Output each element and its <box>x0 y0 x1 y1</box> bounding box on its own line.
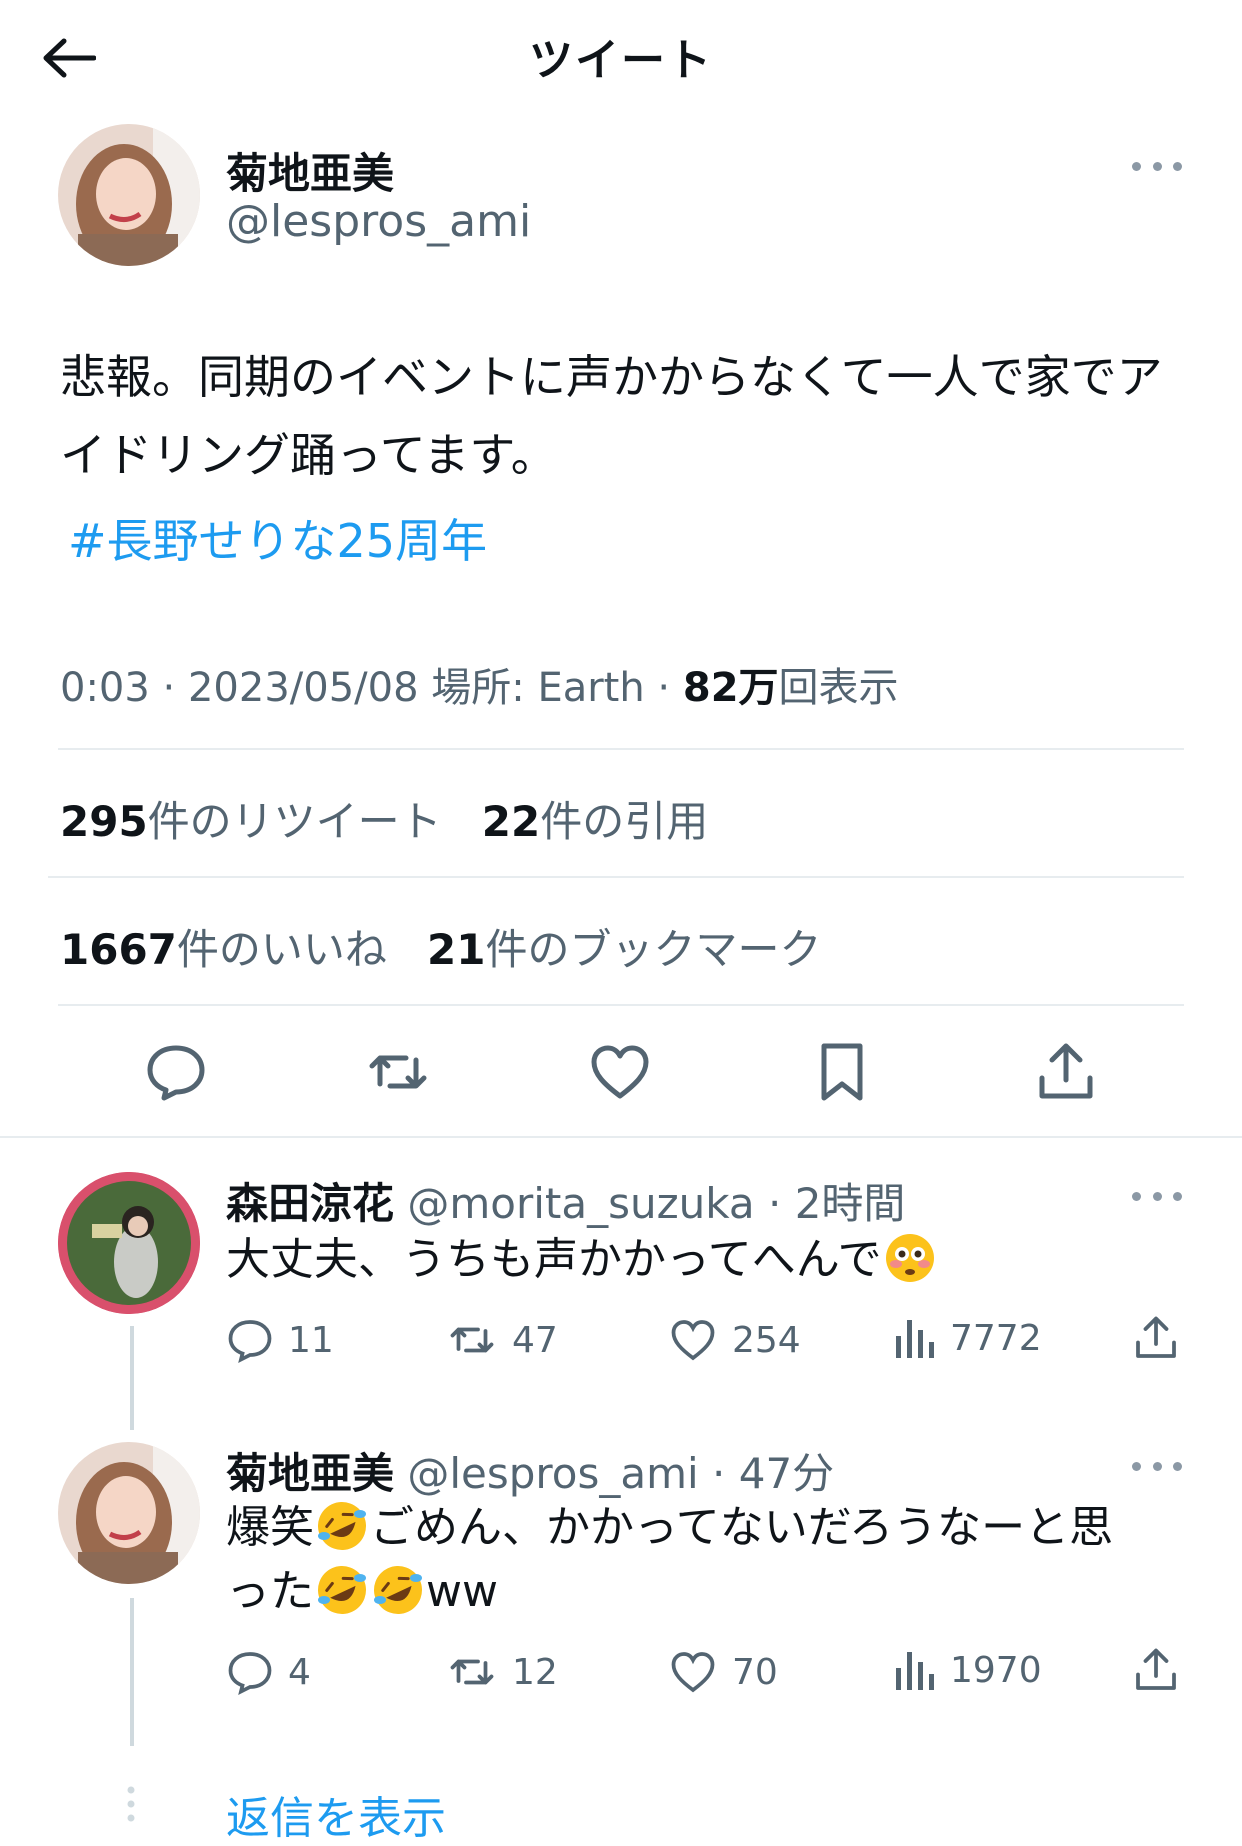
reply-action-views[interactable]: 1970 <box>894 1648 1042 1692</box>
reply-action-share[interactable] <box>1132 1646 1180 1694</box>
retweet-count: 12 <box>512 1651 558 1693</box>
like-heart-icon <box>671 1652 715 1693</box>
author-handle[interactable]: @lespros_ami <box>226 196 531 247</box>
views-chart-icon <box>896 1652 934 1690</box>
share-icon <box>1136 1648 1176 1690</box>
views-label: 回表示 <box>778 665 899 711</box>
reply-author-name[interactable]: 菊地亜美 <box>226 1449 394 1498</box>
reply-header: 菊地亜美 @lespros_ami · 47分 <box>226 1449 835 1498</box>
quotes-label: 件の引用 <box>540 797 709 846</box>
reply-text: 爆笑 ごめん、かかってないだろうなーと思 った ww <box>226 1496 1206 1624</box>
like-heart-icon <box>671 1320 715 1361</box>
reply-icon <box>228 1652 272 1696</box>
reply-action-views[interactable]: 7772 <box>894 1316 1042 1360</box>
like-bookmark-stats: 1667件のいいね 21件のブックマーク <box>60 916 821 977</box>
hashtag-link[interactable]: #長野せりな25周年 <box>68 505 487 571</box>
thread-line <box>130 1598 134 1746</box>
like-count: 254 <box>732 1319 801 1361</box>
page-title: ツイート <box>529 35 713 86</box>
rolling-laughing-emoji <box>316 1564 368 1616</box>
likes-label: 件のいいね <box>176 925 387 974</box>
reply-action-retweet[interactable]: 47 <box>446 1316 558 1364</box>
view-count: 7772 <box>950 1317 1042 1359</box>
rolling-laughing-emoji <box>316 1500 368 1552</box>
show-replies-link[interactable]: 返信を表示 <box>226 1782 446 1846</box>
thread-dots <box>126 1786 136 1822</box>
divider <box>58 748 1184 750</box>
reply-time[interactable]: 2時間 <box>795 1179 906 1228</box>
bookmarks-stat[interactable]: 21件のブックマーク <box>427 925 821 974</box>
reply-action-reply[interactable]: 11 <box>226 1316 334 1364</box>
reply-action-like[interactable]: 254 <box>668 1316 801 1364</box>
retweets-stat[interactable]: 295件のリツイート <box>60 797 442 846</box>
share-icon <box>1136 1316 1176 1358</box>
quotes-count: 22 <box>481 797 541 846</box>
tweet-location[interactable]: 場所: Earth <box>431 665 644 711</box>
reply-author-name[interactable]: 森田涼花 <box>226 1179 394 1228</box>
bookmarks-count: 21 <box>426 925 486 974</box>
like-heart-icon[interactable] <box>588 1040 652 1104</box>
reply-text-part: 爆笑 <box>226 1502 314 1553</box>
reply-text-part: ww <box>426 1566 498 1617</box>
quotes-stat[interactable]: 22件の引用 <box>482 797 708 846</box>
views-chart-icon <box>896 1320 934 1358</box>
reply-text-part: った <box>226 1566 314 1617</box>
divider <box>0 1136 1242 1138</box>
reply-text: 大丈夫、うちも声かかってへんで <box>226 1228 1206 1292</box>
more-options-icon[interactable] <box>1132 156 1182 176</box>
reply-author-handle[interactable]: @lespros_ami <box>407 1449 698 1498</box>
divider <box>48 876 1184 878</box>
more-options-icon[interactable] <box>1132 1456 1182 1476</box>
view-count: 1970 <box>950 1649 1042 1691</box>
reply-count: 4 <box>288 1651 311 1693</box>
bookmarks-label: 件のブックマーク <box>485 925 822 974</box>
reply-icon <box>228 1320 272 1364</box>
likes-stat[interactable]: 1667件のいいね <box>60 925 387 974</box>
thread-line <box>130 1326 134 1430</box>
tweet-text: 悲報。同期のイベントに声かからなくて一人で家でアイドリング踊ってます。 <box>60 350 1163 482</box>
reply-author-handle[interactable]: @morita_suzuka <box>407 1179 754 1228</box>
flushed-face-emoji <box>884 1232 936 1284</box>
reply-text-body: 大丈夫、うちも声かかってへんで <box>226 1234 882 1285</box>
retweets-label: 件のリツイート <box>147 797 442 846</box>
reply-action-share[interactable] <box>1132 1314 1180 1362</box>
author-avatar[interactable] <box>58 124 200 266</box>
retweet-icon[interactable] <box>366 1040 430 1104</box>
reply-action-retweet[interactable]: 12 <box>446 1648 558 1696</box>
reply-action-like[interactable]: 70 <box>668 1648 778 1696</box>
tweet-meta: 0:03 · 2023/05/08 場所: Earth · 82万回表示 <box>60 665 899 711</box>
retweet-count: 47 <box>512 1319 558 1361</box>
reply-header: 森田涼花 @morita_suzuka · 2時間 <box>226 1179 906 1228</box>
retweet-icon <box>450 1327 494 1353</box>
bookmark-icon[interactable] <box>810 1040 874 1104</box>
reply-count: 11 <box>288 1319 334 1361</box>
like-count: 70 <box>732 1651 778 1693</box>
likes-count: 1667 <box>60 925 177 974</box>
reply-avatar[interactable] <box>58 1442 200 1584</box>
reply-text-part: ごめん、かかってないだろうなーと思 <box>370 1502 1114 1553</box>
reply-icon[interactable] <box>144 1040 208 1104</box>
retweet-quote-stats: 295件のリツイート 22件の引用 <box>60 788 708 849</box>
reply-time[interactable]: 47分 <box>739 1449 834 1498</box>
rolling-laughing-emoji <box>372 1564 424 1616</box>
reply-avatar[interactable] <box>58 1172 200 1314</box>
tweet-time: 0:03 <box>60 665 150 711</box>
views-count: 82万 <box>682 665 779 711</box>
tweet-date: 2023/05/08 <box>187 665 419 711</box>
more-options-icon[interactable] <box>1132 1186 1182 1206</box>
share-icon[interactable] <box>1034 1040 1098 1104</box>
author-name[interactable]: 菊地亜美 <box>226 140 394 201</box>
retweets-count: 295 <box>60 797 148 846</box>
reply-action-reply[interactable]: 4 <box>226 1648 311 1696</box>
retweet-icon <box>450 1659 494 1685</box>
divider <box>58 1004 1184 1006</box>
